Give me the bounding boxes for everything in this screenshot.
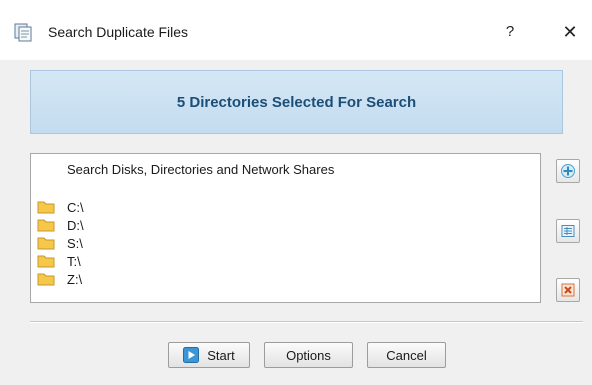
separator xyxy=(30,321,583,323)
list-item[interactable]: D:\ xyxy=(37,217,84,233)
edit-directory-button[interactable] xyxy=(556,219,580,243)
list-item[interactable]: C:\ xyxy=(37,199,84,215)
start-label: Start xyxy=(207,347,235,363)
cancel-label: Cancel xyxy=(386,347,427,363)
help-button[interactable]: ? xyxy=(498,20,522,44)
cancel-button[interactable]: Cancel xyxy=(367,342,446,368)
remove-icon xyxy=(561,283,575,297)
app-icon xyxy=(12,22,36,42)
options-button[interactable]: Options xyxy=(264,342,353,368)
play-icon xyxy=(183,347,200,363)
list-item-label: D:\ xyxy=(67,217,84,233)
plus-icon xyxy=(561,164,575,178)
close-button[interactable]: ✕ xyxy=(557,20,583,44)
window-title: Search Duplicate Files xyxy=(48,24,189,40)
folder-icon xyxy=(37,237,55,250)
remove-directory-button[interactable] xyxy=(556,278,580,302)
list-item-label: T:\ xyxy=(67,253,81,269)
options-label: Options xyxy=(286,347,331,363)
folder-icon xyxy=(37,255,55,268)
add-directory-button[interactable] xyxy=(556,159,580,183)
start-button[interactable]: Start xyxy=(168,342,250,368)
folder-icon xyxy=(37,273,55,286)
directory-list[interactable]: Search Disks, Directories and Network Sh… xyxy=(30,153,541,303)
list-edit-icon xyxy=(561,225,575,237)
list-item[interactable]: Z:\ xyxy=(37,271,82,287)
list-item[interactable]: S:\ xyxy=(37,235,83,251)
list-header: Search Disks, Directories and Network Sh… xyxy=(67,162,335,177)
list-item-label: C:\ xyxy=(67,199,84,215)
folder-icon xyxy=(37,201,55,214)
title-bar: Search Duplicate Files ? ✕ xyxy=(0,0,592,60)
list-item-label: Z:\ xyxy=(67,271,83,287)
folder-icon xyxy=(37,219,55,232)
list-item[interactable]: T:\ xyxy=(37,253,81,269)
list-item-label: S:\ xyxy=(67,235,83,251)
selection-banner: 5 Directories Selected For Search xyxy=(30,70,563,134)
banner-text: 5 Directories Selected For Search xyxy=(176,93,417,111)
